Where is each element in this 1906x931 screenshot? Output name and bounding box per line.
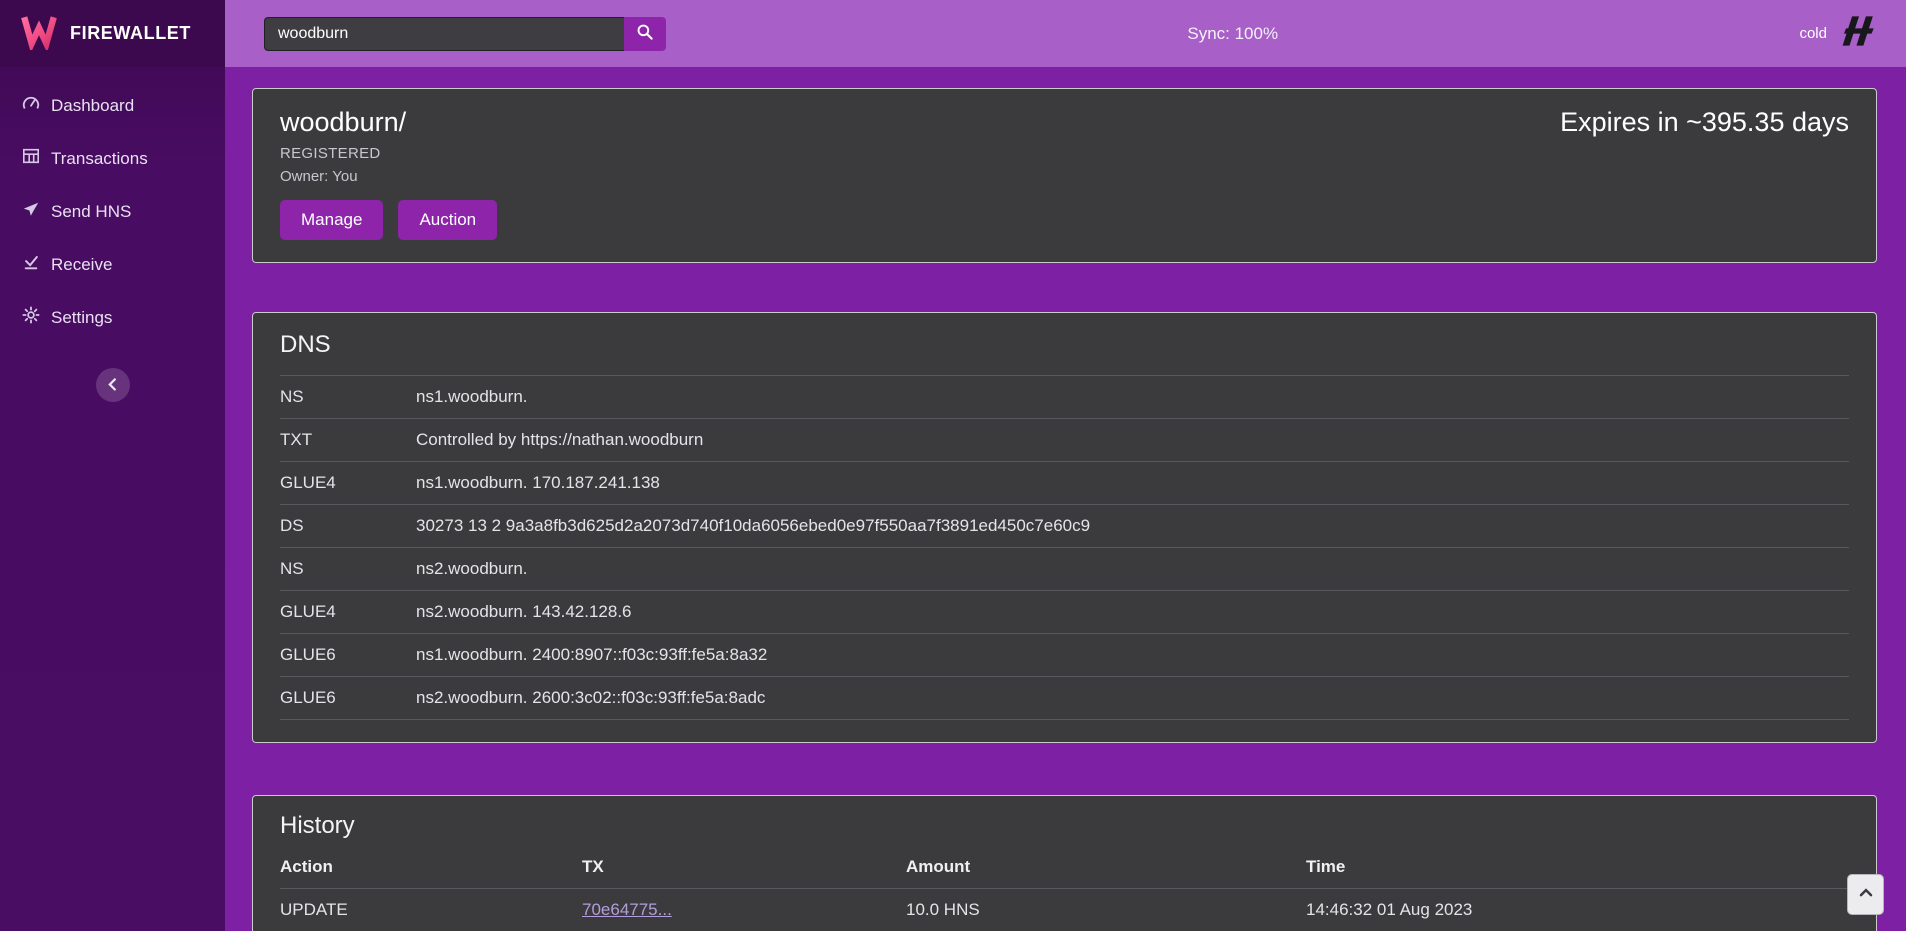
dns-record-type: NS bbox=[280, 376, 416, 419]
sidebar-item-transactions[interactable]: Transactions bbox=[0, 132, 225, 185]
sidebar-item-label: Dashboard bbox=[51, 96, 134, 116]
chevron-up-icon bbox=[1856, 883, 1876, 906]
search-input[interactable] bbox=[264, 17, 624, 51]
brand[interactable]: FIREWALLET bbox=[0, 0, 225, 67]
dns-record-row: GLUE6 ns2.woodburn. 2600:3c02::f03c:93ff… bbox=[280, 677, 1849, 720]
manage-button[interactable]: Manage bbox=[280, 200, 383, 240]
dns-card: DNS NS ns1.woodburn. TXT Controlled by h… bbox=[252, 312, 1877, 743]
dns-record-type: DS bbox=[280, 505, 416, 548]
settings-icon bbox=[22, 306, 40, 329]
history-title: History bbox=[280, 812, 1849, 840]
sidebar-item-send-hns[interactable]: Send HNS bbox=[0, 185, 225, 238]
dns-record-type: TXT bbox=[280, 419, 416, 462]
sidebar-item-label: Transactions bbox=[51, 149, 148, 169]
dns-title: DNS bbox=[280, 331, 1849, 359]
sync-status: Sync: 100% bbox=[1187, 24, 1278, 44]
dns-record-value: ns2.woodburn. 2600:3c02::f03c:93ff:fe5a:… bbox=[416, 677, 1849, 720]
dns-record-value: Controlled by https://nathan.woodburn bbox=[416, 419, 1849, 462]
history-row: UPDATE 70e64775... 10.0 HNS 14:46:32 01 … bbox=[280, 889, 1849, 931]
firewallet-logo-icon bbox=[20, 12, 58, 55]
scroll-top-button[interactable] bbox=[1847, 874, 1884, 915]
dns-record-value: ns1.woodburn. 2400:8907::f03c:93ff:fe5a:… bbox=[416, 634, 1849, 677]
domain-status: REGISTERED bbox=[280, 145, 1849, 162]
dns-record-value: 30273 13 2 9a3a8fb3d625d2a2073d740f10da6… bbox=[416, 505, 1849, 548]
dns-record-value: ns2.woodburn. 143.42.128.6 bbox=[416, 591, 1849, 634]
search-bar bbox=[264, 17, 666, 51]
sidebar-item-label: Settings bbox=[51, 308, 112, 328]
auction-button[interactable]: Auction bbox=[398, 200, 497, 240]
search-button[interactable] bbox=[624, 17, 666, 51]
sidebar: FIREWALLET Dashboard bbox=[0, 0, 225, 931]
brand-name: FIREWALLET bbox=[70, 23, 191, 44]
dashboard-icon bbox=[22, 94, 40, 117]
wallet-name: cold bbox=[1799, 25, 1827, 42]
dns-record-row: GLUE4 ns2.woodburn. 143.42.128.6 bbox=[280, 591, 1849, 634]
dns-record-type: NS bbox=[280, 548, 416, 591]
domain-expiry: Expires in ~395.35 days bbox=[1560, 107, 1849, 138]
history-card: History Action TX Amount Time UPDATE bbox=[252, 795, 1877, 931]
main-area: Sync: 100% cold woodb bbox=[225, 0, 1906, 931]
history-column-time: Time bbox=[1306, 846, 1849, 889]
dns-record-row: NS ns1.woodburn. bbox=[280, 376, 1849, 419]
domain-card: woodburn/ Expires in ~395.35 days REGIST… bbox=[252, 88, 1877, 263]
history-table: Action TX Amount Time UPDATE 70e64775...… bbox=[280, 846, 1849, 931]
dns-record-value: ns2.woodburn. bbox=[416, 548, 1849, 591]
history-time: 14:46:32 01 Aug 2023 bbox=[1306, 889, 1849, 931]
page-content: woodburn/ Expires in ~395.35 days REGIST… bbox=[225, 67, 1906, 931]
dns-record-row: GLUE6 ns1.woodburn. 2400:8907::f03c:93ff… bbox=[280, 634, 1849, 677]
transactions-icon bbox=[22, 147, 40, 170]
domain-name: woodburn/ bbox=[280, 107, 406, 138]
wallet-indicator: cold bbox=[1799, 16, 1878, 51]
history-amount: 10.0 HNS bbox=[906, 889, 1306, 931]
tx-link[interactable]: 70e64775... bbox=[582, 900, 672, 919]
history-column-action: Action bbox=[280, 846, 582, 889]
history-header-row: Action TX Amount Time bbox=[280, 846, 1849, 889]
dns-record-row: TXT Controlled by https://nathan.woodbur… bbox=[280, 419, 1849, 462]
receive-icon bbox=[22, 253, 40, 276]
sidebar-collapse-button[interactable] bbox=[96, 368, 130, 402]
dns-record-row: GLUE4 ns1.woodburn. 170.187.241.138 bbox=[280, 462, 1849, 505]
sidebar-nav: Dashboard Transactions bbox=[0, 79, 225, 344]
search-icon bbox=[636, 23, 654, 44]
dns-record-value: ns1.woodburn. bbox=[416, 376, 1849, 419]
sidebar-item-label: Send HNS bbox=[51, 202, 131, 222]
app-window: FIREWALLET Dashboard bbox=[0, 0, 1906, 931]
send-icon bbox=[22, 200, 40, 223]
dns-record-type: GLUE6 bbox=[280, 634, 416, 677]
dns-record-type: GLUE6 bbox=[280, 677, 416, 720]
domain-owner: Owner: You bbox=[280, 168, 1849, 185]
sidebar-item-dashboard[interactable]: Dashboard bbox=[0, 79, 225, 132]
sidebar-item-settings[interactable]: Settings bbox=[0, 291, 225, 344]
sidebar-item-label: Receive bbox=[51, 255, 112, 275]
history-column-tx: TX bbox=[582, 846, 906, 889]
dns-record-value: ns1.woodburn. 170.187.241.138 bbox=[416, 462, 1849, 505]
dns-record-type: GLUE4 bbox=[280, 462, 416, 505]
sidebar-item-receive[interactable]: Receive bbox=[0, 238, 225, 291]
history-column-amount: Amount bbox=[906, 846, 1306, 889]
dns-table: NS ns1.woodburn. TXT Controlled by https… bbox=[280, 375, 1849, 720]
chevron-left-icon bbox=[102, 373, 124, 398]
topbar: Sync: 100% cold bbox=[225, 0, 1906, 67]
dns-record-row: NS ns2.woodburn. bbox=[280, 548, 1849, 591]
dns-record-row: DS 30273 13 2 9a3a8fb3d625d2a2073d740f10… bbox=[280, 505, 1849, 548]
handshake-logo-icon bbox=[1840, 16, 1878, 51]
dns-record-type: GLUE4 bbox=[280, 591, 416, 634]
history-action: UPDATE bbox=[280, 889, 582, 931]
